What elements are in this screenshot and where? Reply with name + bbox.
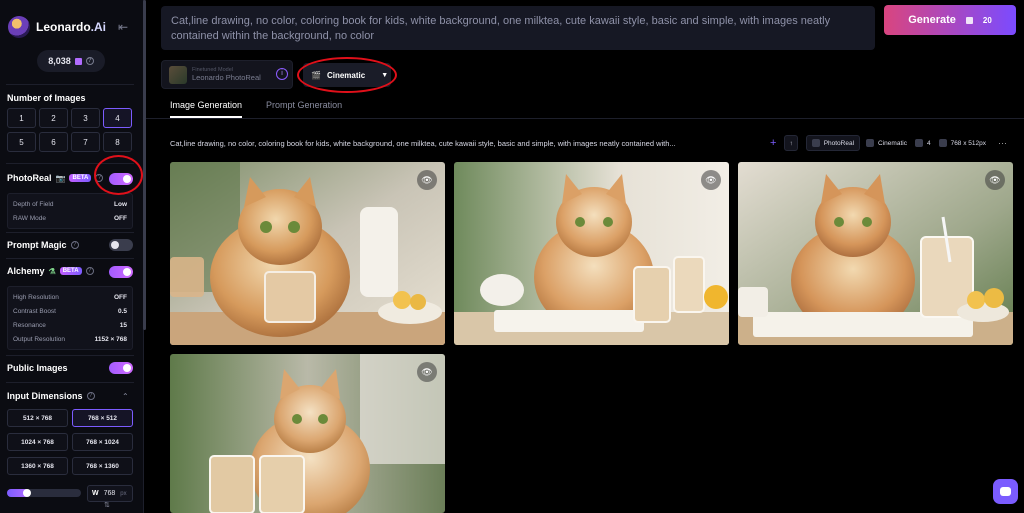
generated-image-3[interactable]: 👁 <box>738 162 1013 345</box>
image-count-chip: 4 <box>913 135 933 151</box>
eye-icon[interactable]: 👁 <box>701 170 721 190</box>
divider <box>6 232 134 233</box>
divider <box>6 355 134 356</box>
width-slider[interactable] <box>7 489 81 497</box>
generated-image-2[interactable]: 👁 <box>454 162 729 345</box>
dimension-768x1360[interactable]: 768 × 1360 <box>72 457 133 475</box>
dimension-768x1024[interactable]: 768 × 1024 <box>72 433 133 451</box>
style-icon <box>866 139 875 147</box>
number-of-images-title: Number of Images <box>7 93 86 103</box>
camera-icon: 📷 <box>55 173 66 183</box>
add-icon[interactable]: + <box>770 137 776 149</box>
cat-with-milktea-image <box>170 354 445 513</box>
public-images-title: Public Images <box>7 363 68 373</box>
tab-image-generation[interactable]: Image Generation <box>170 100 243 118</box>
credits-amount: 8,038 <box>48 56 71 66</box>
info-icon[interactable]: ? <box>86 392 95 400</box>
depth-of-field-row[interactable]: Depth of Field Low <box>13 197 127 211</box>
app-root: Leonardo.Ai ⇤ 8,038 ? Number of Images 1… <box>0 0 1024 513</box>
contrast-boost-row[interactable]: Contrast Boost 0.5 <box>13 304 127 318</box>
annotation-circle-style <box>297 57 397 93</box>
photoreal-title: PhotoReal 📷 BETA ? <box>7 173 104 183</box>
beta-badge: BETA <box>69 174 92 182</box>
beta-badge: BETA <box>59 267 82 275</box>
chevron-up-icon[interactable]: ⌃ <box>122 392 129 401</box>
sidebar: Leonardo.Ai ⇤ 8,038 ? Number of Images 1… <box>0 0 144 513</box>
divider <box>6 258 134 259</box>
output-resolution-row: Output Resolution 1152 × 768 <box>13 335 127 343</box>
model-selector[interactable]: Finetuned Model Leonardo PhotoReal i <box>161 60 293 89</box>
photoreal-settings: Depth of Field Low RAW Mode OFF <box>7 193 133 229</box>
images-option-5[interactable]: 5 <box>7 132 36 152</box>
token-icon <box>965 16 973 24</box>
info-icon[interactable]: ? <box>85 267 94 275</box>
eye-icon[interactable]: 👁 <box>985 170 1005 190</box>
images-option-1[interactable]: 1 <box>7 108 36 128</box>
dimensions-chip: 768 x 512px <box>937 135 988 151</box>
generated-image-4[interactable]: 👁 <box>170 354 445 513</box>
images-option-7[interactable]: 7 <box>71 132 100 152</box>
dimension-512x768[interactable]: 512 × 768 <box>7 409 68 427</box>
model-icon <box>811 139 820 147</box>
images-option-8[interactable]: 8 <box>103 132 132 152</box>
alchemy-toggle[interactable] <box>109 266 133 278</box>
images-option-4[interactable]: 4 <box>103 108 132 128</box>
cat-with-milktea-image <box>454 162 729 345</box>
dimension-1360x768[interactable]: 1360 × 768 <box>7 457 68 475</box>
width-input[interactable]: W 768 px <box>87 485 133 502</box>
style-chip: Cinematic <box>864 135 909 151</box>
annotation-circle-photoreal <box>94 155 143 195</box>
divider <box>6 382 134 383</box>
divider <box>6 84 134 85</box>
images-option-2[interactable]: 2 <box>39 108 68 128</box>
images-option-6[interactable]: 6 <box>39 132 68 152</box>
help-icon[interactable]: ? <box>85 57 94 65</box>
eye-icon[interactable]: 👁 <box>417 170 437 190</box>
brand[interactable]: Leonardo.Ai <box>8 16 106 38</box>
tab-prompt-generation[interactable]: Prompt Generation <box>266 100 342 118</box>
cat-with-milktea-image <box>738 162 1013 345</box>
generation-tabs: Image Generation Prompt Generation <box>170 100 342 118</box>
model-chip: PhotoReal <box>805 135 861 151</box>
info-icon[interactable]: i <box>276 68 288 80</box>
generate-button[interactable]: Generate 20 <box>884 5 1016 35</box>
slider-thumb[interactable] <box>23 489 31 497</box>
generated-image-1[interactable]: 👁 <box>170 162 445 345</box>
chat-support-icon[interactable] <box>993 479 1018 504</box>
sidebar-scrollbar[interactable] <box>143 0 146 330</box>
alchemy-title: Alchemy ⚗ BETA ? <box>7 266 94 276</box>
credits-badge[interactable]: 8,038 ? <box>37 50 105 72</box>
raw-mode-row[interactable]: RAW Mode OFF <box>13 211 127 225</box>
prompt-magic-toggle[interactable] <box>109 239 133 251</box>
images-option-3[interactable]: 3 <box>71 108 100 128</box>
high-resolution-row[interactable]: High Resolution OFF <box>13 290 127 304</box>
prompt-magic-title: Prompt Magic ? <box>7 240 79 250</box>
model-thumbnail <box>169 65 187 84</box>
prompt-input[interactable]: Cat,line drawing, no color, coloring boo… <box>161 6 875 50</box>
tabs-divider <box>146 118 1024 119</box>
generation-header: Cat,line drawing, no color, coloring boo… <box>170 135 1020 151</box>
dimensions-icon <box>938 139 947 147</box>
resonance-row[interactable]: Resonance 15 <box>13 318 127 332</box>
leonardo-logo <box>8 16 30 38</box>
input-dimensions-grid: 512 × 768 768 × 512 1024 × 768 768 × 102… <box>7 409 134 475</box>
brand-name: Leonardo.Ai <box>36 20 107 34</box>
dimension-1024x768[interactable]: 1024 × 768 <box>7 433 68 451</box>
token-icon <box>74 57 82 65</box>
collapse-arrow-icon[interactable]: ⇤ <box>118 20 128 34</box>
alchemy-settings: High Resolution OFF Contrast Boost 0.5 Res… <box>7 286 133 350</box>
cat-with-milktea-image <box>170 162 445 345</box>
public-images-toggle[interactable] <box>109 362 133 374</box>
number-of-images-grid: 1 2 3 4 5 6 7 8 <box>7 108 134 152</box>
dimension-768x512[interactable]: 768 × 512 <box>72 409 133 427</box>
input-dimensions-title: Input Dimensions ? <box>7 391 95 401</box>
eye-icon[interactable]: 👁 <box>417 362 437 382</box>
reuse-prompt-button[interactable]: ↑ <box>784 135 798 151</box>
generation-prompt: Cat,line drawing, no color, coloring boo… <box>170 138 676 148</box>
flask-icon: ⚗ <box>48 266 56 276</box>
images-icon <box>914 139 923 147</box>
info-icon[interactable]: ? <box>70 241 79 249</box>
more-options-icon[interactable]: ··· <box>998 138 1007 148</box>
swap-dimensions-icon[interactable]: ⇅ <box>104 501 110 509</box>
